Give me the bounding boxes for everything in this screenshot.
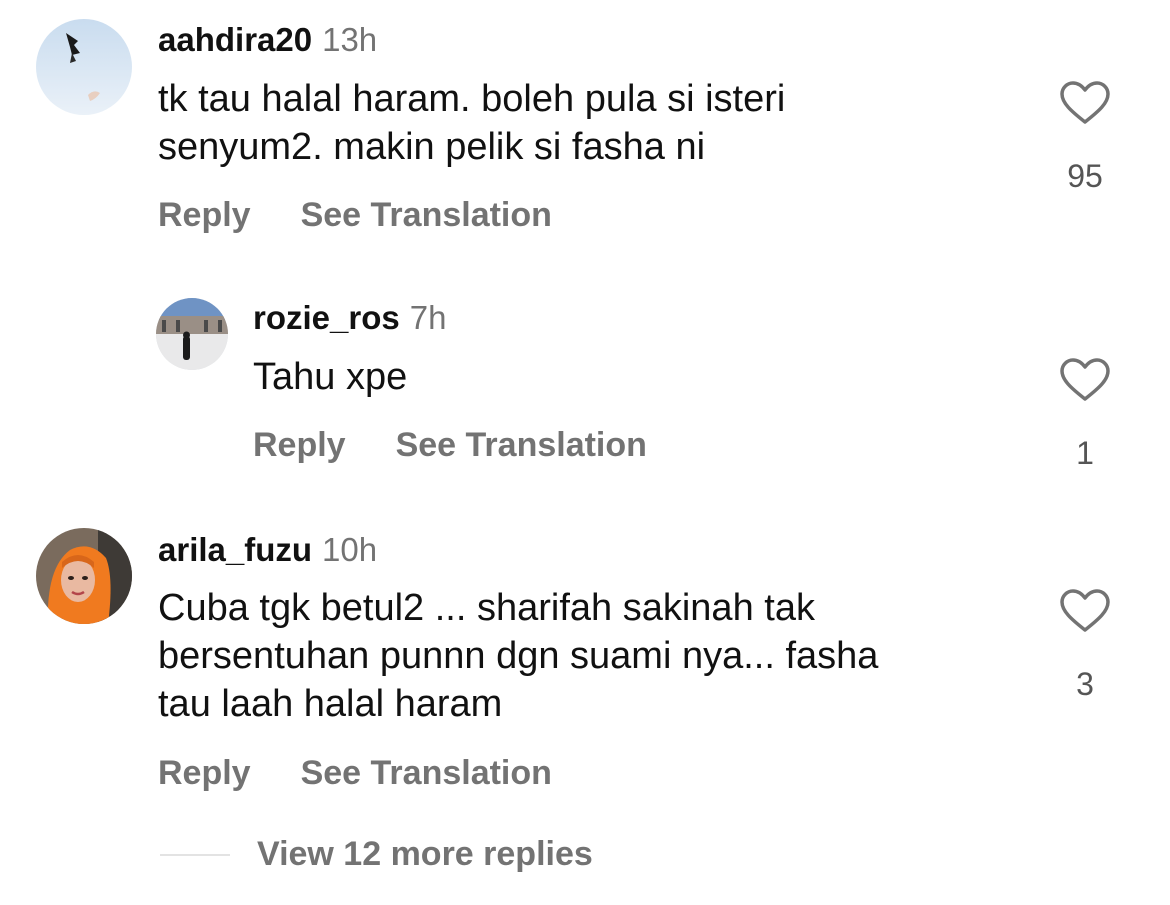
username[interactable]: rozie_ros [253,299,400,336]
timestamp: 13h [322,21,378,58]
see-translation-button[interactable]: See Translation [301,753,552,793]
like-count: 1 [1076,435,1094,471]
comment-text-line: tau laah halal haram [158,683,503,725]
reply-button[interactable]: Reply [158,195,251,235]
comment-text-line: senyum2. makin pelik si fasha ni [158,126,706,168]
comment-text-line: tk tau halal haram. boleh pula si isteri [158,78,786,120]
reply-button[interactable]: Reply [158,753,251,793]
avatar-sky-figure-icon [36,19,132,115]
avatar[interactable] [156,298,228,370]
timestamp: 7h [409,299,447,336]
timestamp: 10h [322,531,378,568]
comment-text-line: bersentuhan punnn dgn suami nya... fasha [158,635,879,677]
comment-text: tk tau halal haram. boleh pula si isteri… [158,75,785,171]
like-group: 3 [1055,588,1115,702]
comment-item: arila_fuzu 10h Cuba tgk betul2 ... sharif… [0,510,1170,810]
comment-item: aahdira20 13h tk tau halal haram. boleh p… [0,0,1170,250]
comment-actions: Reply See Translation [158,753,552,793]
comment-actions: Reply See Translation [158,195,552,235]
reply-item: rozie_ros 7h Tahu xpe Reply See Translatio… [0,280,1170,500]
avatar-woman-orange-hijab-icon [36,528,132,624]
like-count: 3 [1076,666,1094,702]
comment-text-line: Tahu xpe [253,356,408,398]
comment-meta: arila_fuzu 10h [158,530,377,570]
avatar[interactable] [36,19,132,115]
comment-text-line: Cuba tgk betul2 ... sharifah sakinah tak [158,587,815,629]
avatar-mosque-courtyard-icon [156,298,228,370]
username[interactable]: aahdira20 [158,21,312,58]
avatar[interactable] [36,528,132,624]
username[interactable]: arila_fuzu [158,531,312,568]
reply-button[interactable]: Reply [253,425,346,465]
heart-icon[interactable] [1059,80,1111,126]
view-more-replies-label[interactable]: View 12 more replies [257,832,593,876]
comment-actions: Reply See Translation [253,425,647,465]
comment-text: Cuba tgk betul2 ... sharifah sakinah tak… [158,584,878,728]
see-translation-button[interactable]: See Translation [396,425,647,465]
comment-text: Tahu xpe [253,353,407,401]
like-group: 95 [1055,80,1115,194]
divider-line [160,854,230,856]
heart-icon[interactable] [1059,588,1111,634]
comment-meta: aahdira20 13h [158,20,377,60]
heart-icon[interactable] [1059,357,1111,403]
like-group: 1 [1055,357,1115,471]
comment-meta: rozie_ros 7h [253,298,446,338]
like-count: 95 [1067,158,1103,194]
see-translation-button[interactable]: See Translation [301,195,552,235]
